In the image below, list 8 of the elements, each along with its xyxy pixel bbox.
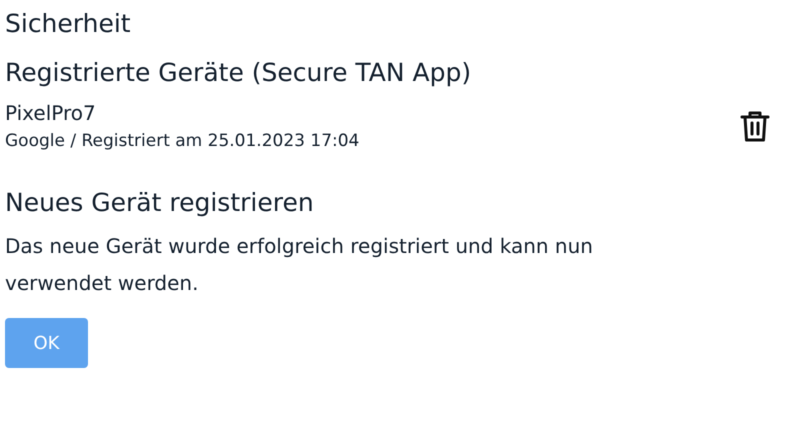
delete-icon[interactable] xyxy=(740,110,770,144)
device-name: PixelPro7 xyxy=(5,100,97,127)
section-heading: Neues Gerät registrieren xyxy=(5,187,315,220)
page-title: Sicherheit xyxy=(5,8,132,40)
device-details: Google / Registriert am 25.01.2023 17:04 xyxy=(5,130,360,153)
success-message: Das neue Gerät wurde erfolgreich registriert und kann nun verwendet werden. xyxy=(5,233,594,298)
section-heading: Registrierte Geräte (Secure TAN App) xyxy=(5,57,472,89)
ok-button[interactable]: OK xyxy=(5,318,88,368)
